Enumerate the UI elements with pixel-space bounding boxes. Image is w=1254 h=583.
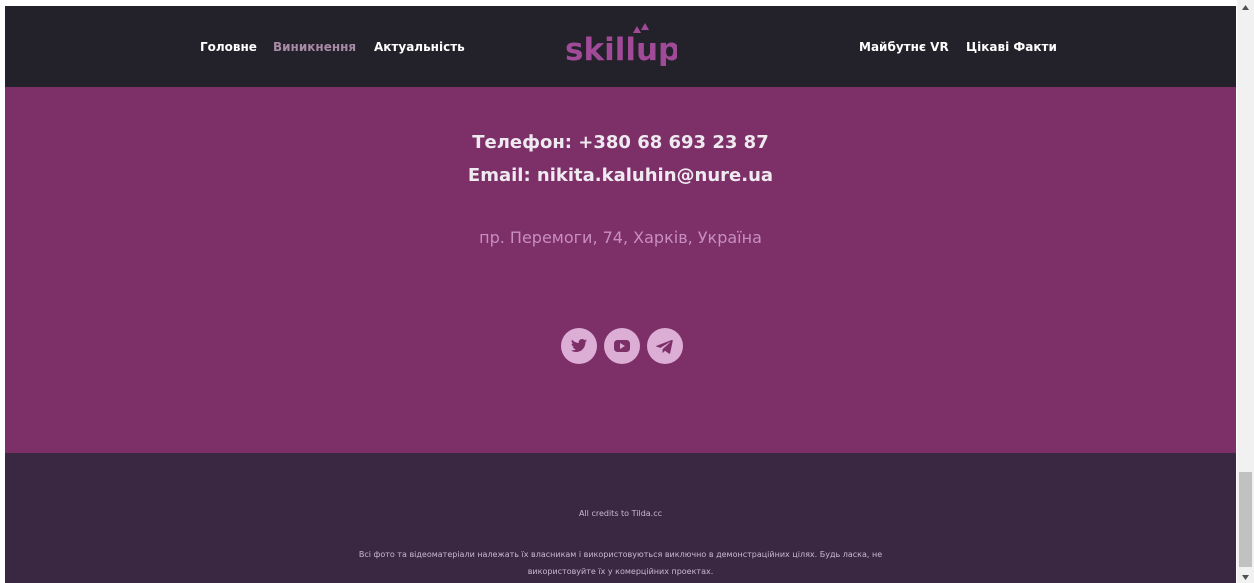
scrollbar-thumb[interactable] <box>1239 472 1252 567</box>
nav-link-home[interactable]: Головне <box>200 40 257 54</box>
vertical-scrollbar[interactable] <box>1237 0 1254 583</box>
youtube-link[interactable] <box>604 328 640 364</box>
scroll-up-arrow[interactable] <box>1237 0 1254 14</box>
telegram-link[interactable] <box>647 328 683 364</box>
scroll-down-arrow[interactable] <box>1237 569 1254 583</box>
twitter-icon <box>571 339 587 352</box>
twitter-link[interactable] <box>561 328 597 364</box>
scroll-down-icon <box>1242 575 1249 580</box>
contact-phone: Телефон: +380 68 693 23 87 <box>472 132 769 153</box>
skillup-logo[interactable]: skillup <box>565 22 677 66</box>
site-footer: All credits to Tilda.cc Всі фото та віде… <box>5 453 1236 583</box>
logo-text: skillup <box>565 32 677 66</box>
telegram-icon <box>656 339 673 354</box>
nav-link-vr-future[interactable]: Майбутнє VR <box>859 40 949 54</box>
page: Головне Виникнення Актуальність skillup … <box>5 6 1236 583</box>
nav-link-facts[interactable]: Цікаві Факти <box>966 40 1057 54</box>
contact-email: Email: nikita.kaluhin@nure.ua <box>467 165 774 186</box>
social-links <box>561 328 683 364</box>
disclaimer-text: Всі фото та відеоматеріали належать їх в… <box>358 550 883 576</box>
site-header: Головне Виникнення Актуальність skillup … <box>5 6 1236 87</box>
credits-text: All credits to Tilda.cc <box>578 509 663 518</box>
contact-address: пр. Перемоги, 74, Харків, Україна <box>479 228 762 247</box>
nav-link-relevance[interactable]: Актуальність <box>374 40 465 54</box>
contact-section: Телефон: +380 68 693 23 87 Email: nikita… <box>5 87 1236 453</box>
scroll-up-icon <box>1242 5 1249 10</box>
youtube-icon <box>614 340 630 352</box>
nav-link-origin[interactable]: Виникнення <box>273 40 356 54</box>
browser-viewport: Головне Виникнення Актуальність skillup … <box>0 0 1254 583</box>
